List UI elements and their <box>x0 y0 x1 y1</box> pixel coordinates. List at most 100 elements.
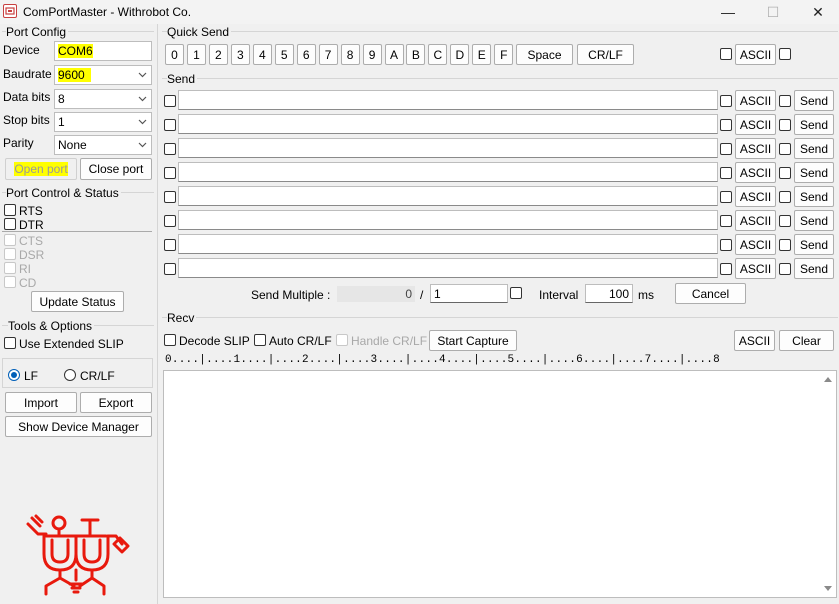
auto-crlf-checkbox[interactable] <box>254 334 266 346</box>
send-row-ascii-button[interactable]: ASCII <box>735 90 776 111</box>
send-row-append-checkbox[interactable] <box>779 119 791 131</box>
send-row-input[interactable] <box>178 138 718 158</box>
send-row-ascii-button[interactable]: ASCII <box>735 210 776 231</box>
send-row-ascii-button[interactable]: ASCII <box>735 138 776 159</box>
parity-select[interactable]: None <box>54 135 152 155</box>
decode-slip-checkbox[interactable] <box>164 334 176 346</box>
send-row-append-checkbox[interactable] <box>779 167 791 179</box>
send-row-append-checkbox[interactable] <box>779 215 791 227</box>
dtr-checkbox[interactable] <box>4 218 16 230</box>
send-row-input[interactable] <box>178 90 718 110</box>
lf-radio[interactable] <box>8 369 20 381</box>
send-row-append-checkbox[interactable] <box>779 95 791 107</box>
quick-send-ascii-checkbox[interactable] <box>720 48 732 60</box>
send-multiple-count-field[interactable]: 1 <box>430 284 508 303</box>
send-row-append-checkbox[interactable] <box>779 191 791 203</box>
recv-output-area[interactable] <box>163 370 837 598</box>
send-row-ascii-checkbox[interactable] <box>720 191 732 203</box>
quick-send-key-4[interactable]: 4 <box>252 44 272 65</box>
send-row-send-button[interactable]: Send <box>794 258 834 279</box>
send-row-ascii-checkbox[interactable] <box>720 239 732 251</box>
close-window-button[interactable]: ✕ <box>796 0 839 24</box>
quick-send-key-9[interactable]: 9 <box>362 44 382 65</box>
minimize-button[interactable]: — <box>706 0 750 24</box>
quick-send-space-button[interactable]: Space <box>516 44 573 65</box>
send-row-ascii-checkbox[interactable] <box>720 167 732 179</box>
send-row-ascii-button[interactable]: ASCII <box>735 258 776 279</box>
send-row-input[interactable] <box>178 210 718 230</box>
send-row-send-button[interactable]: Send <box>794 114 834 135</box>
send-row-ascii-button[interactable]: ASCII <box>735 234 776 255</box>
quick-send-key-d[interactable]: D <box>450 44 470 65</box>
send-row-select-checkbox[interactable] <box>164 215 176 227</box>
rts-checkbox[interactable] <box>4 204 16 216</box>
send-row-send-button[interactable]: Send <box>794 210 834 231</box>
quick-send-key-1[interactable]: 1 <box>186 44 206 65</box>
send-row-ascii-checkbox[interactable] <box>720 143 732 155</box>
send-row-append-checkbox[interactable] <box>779 263 791 275</box>
send-row-send-button[interactable]: Send <box>794 186 834 207</box>
send-row-append-checkbox[interactable] <box>779 239 791 251</box>
cts-label: CTS <box>19 234 43 248</box>
quick-send-key-2[interactable]: 2 <box>208 44 228 65</box>
recv-clear-button[interactable]: Clear <box>779 330 834 351</box>
quick-send-key-c[interactable]: C <box>428 44 448 65</box>
quick-send-key-8[interactable]: 8 <box>340 44 360 65</box>
send-row-append-checkbox[interactable] <box>779 143 791 155</box>
scroll-up-arrow-icon[interactable] <box>824 377 832 382</box>
device-field[interactable]: COM6 <box>54 41 152 61</box>
start-capture-button[interactable]: Start Capture <box>429 330 517 351</box>
send-row-select-checkbox[interactable] <box>164 239 176 251</box>
export-button[interactable]: Export <box>80 392 152 413</box>
send-row-send-button[interactable]: Send <box>794 162 834 183</box>
send-row-input[interactable] <box>178 162 718 182</box>
send-row-select-checkbox[interactable] <box>164 143 176 155</box>
send-row-ascii-button[interactable]: ASCII <box>735 186 776 207</box>
use-slip-checkbox[interactable] <box>4 337 16 349</box>
send-row-send-button[interactable]: Send <box>794 90 834 111</box>
quick-send-key-e[interactable]: E <box>472 44 492 65</box>
send-row-ascii-checkbox[interactable] <box>720 263 732 275</box>
quick-send-key-3[interactable]: 3 <box>230 44 250 65</box>
send-row-ascii-button[interactable]: ASCII <box>735 114 776 135</box>
send-row-input[interactable] <box>178 258 718 278</box>
send-row-ascii-checkbox[interactable] <box>720 215 732 227</box>
quick-send-ascii-button[interactable]: ASCII <box>735 44 776 65</box>
update-status-button[interactable]: Update Status <box>31 291 124 312</box>
send-row-select-checkbox[interactable] <box>164 95 176 107</box>
send-multiple-checkbox[interactable] <box>510 287 522 299</box>
send-row-send-button[interactable]: Send <box>794 234 834 255</box>
crlf-radio[interactable] <box>64 369 76 381</box>
baudrate-select[interactable]: 9600 <box>54 65 152 85</box>
show-device-manager-button[interactable]: Show Device Manager <box>5 416 152 437</box>
send-row-input[interactable] <box>178 114 718 134</box>
quick-send-option-checkbox[interactable] <box>779 48 791 60</box>
send-row-ascii-checkbox[interactable] <box>720 119 732 131</box>
send-row-input[interactable] <box>178 186 718 206</box>
quick-send-key-6[interactable]: 6 <box>296 44 316 65</box>
stopbits-select[interactable]: 1 <box>54 112 152 132</box>
send-row-ascii-checkbox[interactable] <box>720 95 732 107</box>
close-port-button[interactable]: Close port <box>80 158 152 180</box>
cancel-button[interactable]: Cancel <box>675 283 746 304</box>
recv-ascii-button[interactable]: ASCII <box>734 330 775 351</box>
quick-send-key-0[interactable]: 0 <box>165 44 184 65</box>
send-row-input[interactable] <box>178 234 718 254</box>
send-row-select-checkbox[interactable] <box>164 263 176 275</box>
scroll-down-arrow-icon[interactable] <box>824 586 832 591</box>
quick-send-crlf-button[interactable]: CR/LF <box>577 44 634 65</box>
interval-field[interactable]: 100 <box>585 284 633 303</box>
quick-send-key-a[interactable]: A <box>384 44 404 65</box>
quick-send-key-7[interactable]: 7 <box>318 44 338 65</box>
send-row-select-checkbox[interactable] <box>164 119 176 131</box>
quick-send-key-b[interactable]: B <box>406 44 426 65</box>
send-row-send-button[interactable]: Send <box>794 138 834 159</box>
send-row-select-checkbox[interactable] <box>164 191 176 203</box>
send-row-select-checkbox[interactable] <box>164 167 176 179</box>
quick-send-key-5[interactable]: 5 <box>274 44 294 65</box>
send-row-ascii-button[interactable]: ASCII <box>735 162 776 183</box>
databits-select[interactable]: 8 <box>54 89 152 109</box>
open-port-button[interactable]: Open port <box>5 158 77 180</box>
import-button[interactable]: Import <box>5 392 77 413</box>
quick-send-key-f[interactable]: F <box>494 44 514 65</box>
